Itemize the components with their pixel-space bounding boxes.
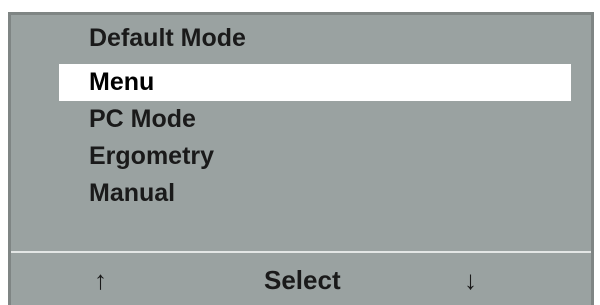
menu-item-pc-mode[interactable]: PC Mode <box>11 101 591 138</box>
menu-item-menu[interactable]: Menu <box>59 64 571 101</box>
menu-list: Menu PC Mode Ergometry Manual <box>11 64 591 212</box>
select-button[interactable]: Select <box>264 265 341 296</box>
arrow-down-icon[interactable]: ↓ <box>464 265 477 296</box>
softkey-divider <box>11 251 591 253</box>
screen-title: Default Mode <box>89 24 246 52</box>
menu-item-ergometry[interactable]: Ergometry <box>11 138 591 175</box>
menu-item-manual[interactable]: Manual <box>11 175 591 212</box>
softkey-bar: ↑ Select ↓ <box>11 265 591 305</box>
arrow-up-icon[interactable]: ↑ <box>94 265 107 296</box>
lcd-screen: Default Mode Menu PC Mode Ergometry Manu… <box>8 12 594 305</box>
